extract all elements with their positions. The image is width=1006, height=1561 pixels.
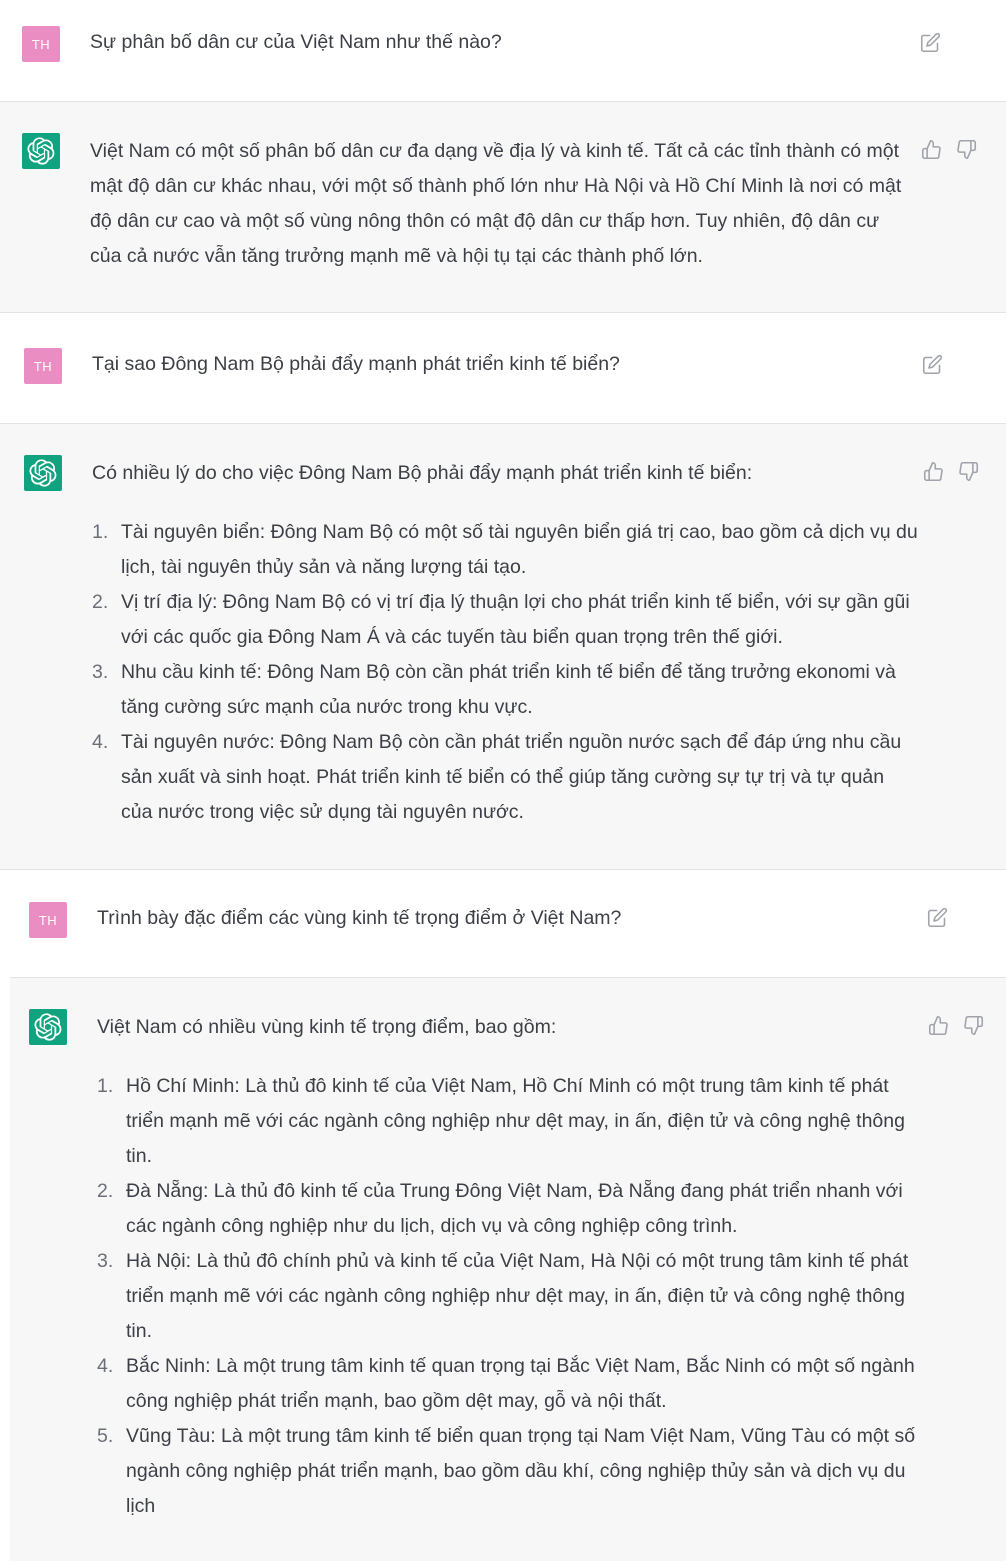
list-item: 2. Vị trí địa lý: Đông Nam Bộ có vị trí đ… — [92, 591, 910, 648]
user-message: TH Tại sao Đông Nam Bộ phải đẩy mạnh phá… — [0, 313, 1006, 423]
user-message-text: Sự phân bố dân cư của Việt Nam như thế n… — [90, 31, 502, 53]
thumbs-up-icon — [928, 1015, 948, 1035]
assistant-avatar — [22, 133, 60, 169]
assistant-message-text: Có nhiều lý do cho việc Đông Nam Bộ phải… — [92, 456, 920, 830]
assistant-message-text: Việt Nam có một số phân bố dân cư đa dạn… — [90, 140, 902, 267]
assistant-avatar — [24, 455, 62, 491]
edit-icon — [927, 907, 947, 927]
openai-logo-icon — [34, 1013, 62, 1041]
numbered-list: 1. Tài nguyên biển: Đông Nam Bộ có một số… — [92, 515, 920, 830]
user-message: TH Sự phân bố dân cư của Việt Nam như th… — [0, 0, 1006, 101]
user-avatar: TH — [29, 902, 67, 938]
list-item: 3. Hà Nội: Là thủ đô chính phủ và kinh tế… — [97, 1250, 909, 1342]
thumbs-up-button[interactable] — [927, 1014, 949, 1036]
assistant-message: Có nhiều lý do cho việc Đông Nam Bộ phải… — [0, 423, 1006, 870]
user-avatar: TH — [24, 348, 62, 384]
assistant-message: Việt Nam có một số phân bố dân cư đa dạn… — [0, 101, 1006, 313]
edit-button[interactable] — [926, 906, 948, 928]
thumbs-down-button[interactable] — [957, 460, 979, 482]
user-message-text: Trình bày đặc điểm các vùng kinh tế trọn… — [97, 907, 622, 929]
edit-icon — [920, 32, 940, 52]
list-item: 1. Tài nguyên biển: Đông Nam Bộ có một số… — [92, 521, 918, 578]
edit-button[interactable] — [919, 31, 941, 53]
list-item: 4. Tài nguyên nước: Đông Nam Bộ còn cần p… — [92, 731, 902, 823]
numbered-list: 1. Hồ Chí Minh: Là thủ đô kinh tế của Việ… — [97, 1069, 927, 1524]
thumbs-down-icon — [956, 139, 976, 159]
list-item: 4. Bắc Ninh: Là một trung tâm kinh tế qua… — [97, 1355, 915, 1412]
list-item: 1. Hồ Chí Minh: Là thủ đô kinh tế của Việ… — [97, 1075, 905, 1167]
list-item: 2. Đà Nẵng: Là thủ đô kinh tế của Trung Đ… — [97, 1180, 903, 1237]
assistant-message-text: Việt Nam có nhiều vùng kinh tế trọng điể… — [97, 1010, 927, 1524]
assistant-message: Việt Nam có nhiều vùng kinh tế trọng điể… — [10, 977, 1006, 1561]
edit-icon — [922, 354, 942, 374]
user-message: TH Trình bày đặc điểm các vùng kinh tế t… — [10, 870, 1006, 977]
list-item: 3. Nhu cầu kinh tế: Đông Nam Bộ còn cần p… — [92, 661, 896, 718]
edit-button[interactable] — [921, 353, 943, 375]
list-item: 5. Vũng Tàu: Là một trung tâm kinh tế biể… — [97, 1425, 916, 1517]
thumbs-up-icon — [921, 139, 941, 159]
user-avatar: TH — [22, 26, 60, 62]
thumbs-up-button[interactable] — [920, 138, 942, 160]
assistant-avatar — [29, 1009, 67, 1045]
thumbs-up-icon — [923, 461, 943, 481]
openai-logo-icon — [27, 137, 55, 165]
thumbs-down-icon — [963, 1015, 983, 1035]
thumbs-down-button[interactable] — [955, 138, 977, 160]
thumbs-down-button[interactable] — [962, 1014, 984, 1036]
thumbs-down-icon — [958, 461, 978, 481]
user-message-text: Tại sao Đông Nam Bộ phải đẩy mạnh phát t… — [92, 353, 620, 375]
openai-logo-icon — [29, 459, 57, 487]
thumbs-up-button[interactable] — [922, 460, 944, 482]
